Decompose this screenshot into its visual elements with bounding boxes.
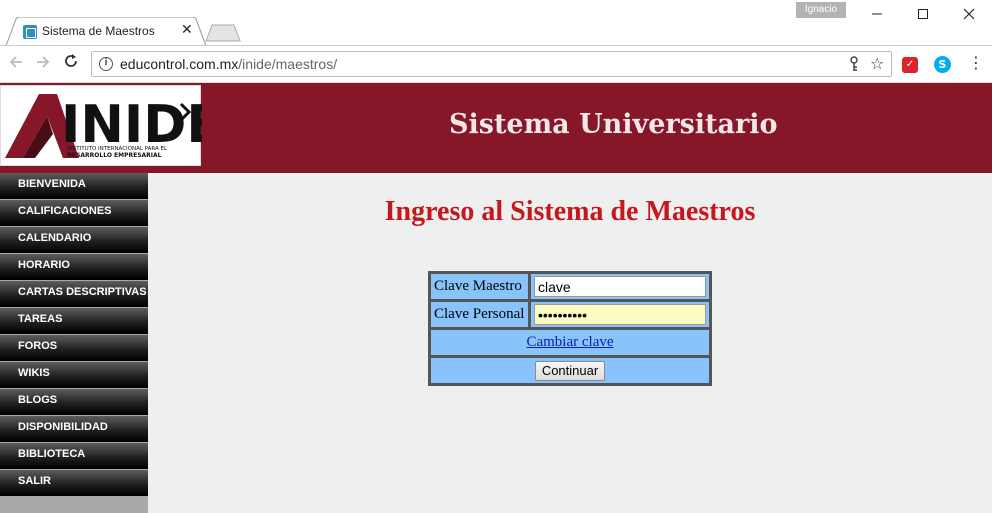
clave-personal-label: Clave Personal: [430, 301, 529, 328]
sidebar-item-horario[interactable]: HORARIO: [0, 254, 148, 280]
tab-title: Sistema de Maestros: [42, 24, 155, 38]
bookmark-star-icon[interactable]: ☆: [870, 54, 884, 73]
tab-close-icon[interactable]: ✕: [181, 22, 193, 38]
minimize-button[interactable]: [854, 0, 900, 28]
maximize-button[interactable]: [900, 0, 946, 28]
site-header: INIDE INSTITUTO INTERNACIONAL PARA EL DE…: [0, 83, 992, 173]
sidebar-item-calificaciones[interactable]: CALIFICACIONES: [0, 200, 148, 226]
reload-icon[interactable]: [63, 53, 79, 74]
sidebar-item-bienvenida[interactable]: BIENVENIDA: [0, 173, 148, 199]
info-icon[interactable]: i: [99, 57, 113, 71]
clave-maestro-label: Clave Maestro: [430, 273, 529, 300]
clave-maestro-input[interactable]: [534, 276, 706, 297]
login-form: Clave Maestro Clave Personal Cambiar cla…: [428, 271, 712, 386]
sidebar-item-cartas-descriptivas[interactable]: CARTAS DESCRIPTIVAS: [0, 281, 148, 307]
sidebar-item-biblioteca[interactable]: BIBLIOTECA: [0, 443, 148, 469]
site-title: Sistema Universitario: [449, 109, 778, 140]
sidebar-item-disponibilidad[interactable]: DISPONIBILIDAD: [0, 416, 148, 442]
logo-subtitle-2: DESARROLLO EMPRESARIAL: [67, 152, 162, 159]
address-bar[interactable]: i educontrol.com.mx/inide/maestros/ ☆: [91, 51, 892, 77]
forward-arrow-icon[interactable]: [35, 54, 51, 74]
sidebar-item-calendario[interactable]: CALENDARIO: [0, 227, 148, 253]
browser-tab[interactable]: Sistema de Maestros ✕: [6, 17, 206, 46]
sidebar-item-foros[interactable]: FOROS: [0, 335, 148, 361]
favicon-icon: [23, 25, 37, 39]
browser-titlebar: Sistema de Maestros ✕ Ignacio: [0, 0, 992, 46]
browser-toolbar: i educontrol.com.mx/inide/maestros/ ☆ ✓ …: [0, 45, 992, 83]
inide-logo[interactable]: INIDE INSTITUTO INTERNACIONAL PARA EL DE…: [0, 85, 202, 166]
url-text: educontrol.com.mx/inide/maestros/: [120, 56, 338, 72]
sidebar-item-blogs[interactable]: BLOGS: [0, 389, 148, 415]
key-icon[interactable]: [849, 56, 859, 76]
sidebar-item-salir[interactable]: SALIR: [0, 470, 148, 496]
new-tab-button[interactable]: [204, 24, 242, 42]
sidebar-nav: BIENVENIDA CALIFICACIONES CALENDARIO HOR…: [0, 173, 148, 513]
continue-button[interactable]: Continuar: [534, 360, 606, 381]
clave-personal-input[interactable]: [534, 304, 706, 325]
sidebar-item-tareas[interactable]: TAREAS: [0, 308, 148, 334]
profile-badge[interactable]: Ignacio: [796, 2, 846, 18]
chrome-menu-icon[interactable]: ⋮: [968, 54, 984, 72]
skype-icon[interactable]: S: [934, 56, 951, 73]
back-arrow-icon[interactable]: [8, 54, 24, 74]
page-title: Ingreso al Sistema de Maestros: [384, 196, 756, 227]
web-page: INIDE INSTITUTO INTERNACIONAL PARA EL DE…: [0, 83, 992, 513]
change-password-link[interactable]: Cambiar clave: [526, 334, 613, 350]
sidebar-item-wikis[interactable]: WIKIS: [0, 362, 148, 388]
close-window-button[interactable]: [946, 0, 992, 28]
extension-icon[interactable]: ✓: [902, 57, 918, 73]
